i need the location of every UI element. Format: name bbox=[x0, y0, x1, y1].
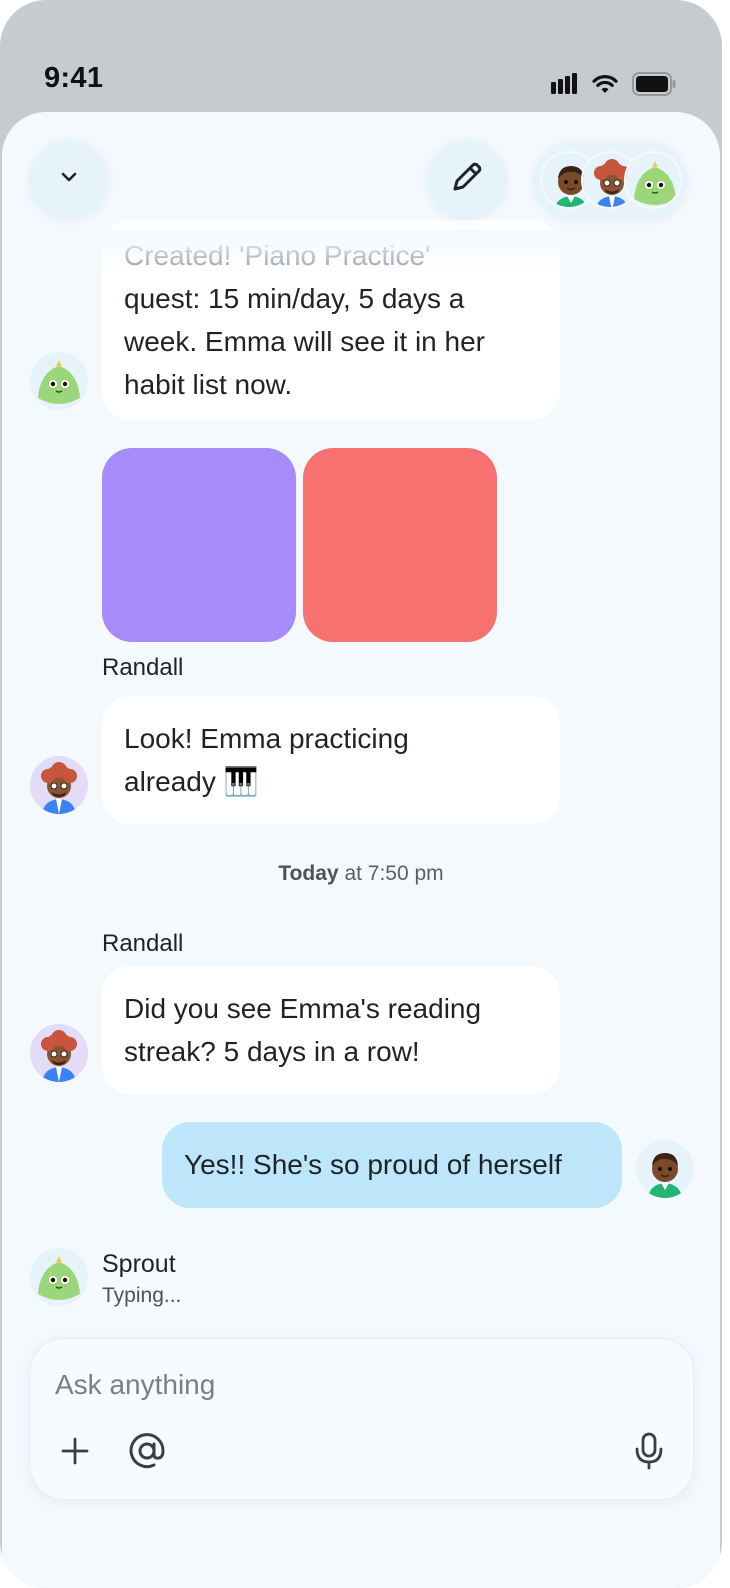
timestamp-divider: Today at 7:50 pm bbox=[2, 862, 720, 886]
mention-button[interactable] bbox=[125, 1431, 169, 1475]
message-text: Yes!! She's so proud of herself bbox=[184, 1149, 562, 1180]
photo-attachment[interactable] bbox=[303, 448, 497, 642]
message-composer bbox=[30, 1338, 694, 1500]
photo-attachment[interactable] bbox=[102, 448, 296, 642]
timestamp-time: at 7:50 pm bbox=[338, 862, 444, 885]
timestamp-day: Today bbox=[278, 862, 339, 885]
chat-sheet: Created! 'Piano Practice' quest: 15 min/… bbox=[2, 112, 720, 1588]
message-line: Look! Emma practicing bbox=[124, 723, 409, 754]
message-line: week. Emma will see it in her bbox=[124, 326, 486, 357]
add-attachment-button[interactable] bbox=[53, 1431, 97, 1475]
microphone-icon bbox=[633, 1432, 665, 1475]
plus-icon bbox=[60, 1436, 90, 1471]
message-line: already 🎹 bbox=[124, 766, 259, 797]
avatar-me bbox=[636, 1140, 694, 1198]
message-line: habit list now. bbox=[124, 369, 293, 400]
message-line: quest: 15 min/day, 5 days a bbox=[124, 283, 465, 314]
sender-name: Randall bbox=[102, 930, 184, 957]
status-icons bbox=[550, 72, 676, 101]
wifi-icon bbox=[592, 73, 618, 100]
phone-frame: 9:41 quest: 15 min/day, 5 days a week. E… bbox=[0, 0, 722, 1588]
typing-indicator: Typing... bbox=[102, 1284, 182, 1307]
voice-input-button[interactable] bbox=[627, 1431, 671, 1475]
avatar-sprout bbox=[30, 352, 88, 410]
at-mention-icon bbox=[127, 1431, 167, 1476]
message-line: Did you see Emma's reading bbox=[124, 993, 482, 1024]
avatar-randall bbox=[30, 756, 88, 814]
participant-avatar-sprout bbox=[624, 151, 682, 209]
typing-sender-name: Sprout bbox=[102, 1250, 176, 1278]
sender-name: Randall bbox=[102, 654, 184, 681]
edit-button[interactable] bbox=[428, 140, 506, 218]
message-bubble-randall: Did you see Emma's reading streak? 5 day… bbox=[102, 966, 560, 1094]
message-input[interactable] bbox=[55, 1365, 615, 1405]
collapse-button[interactable] bbox=[30, 140, 108, 218]
pencil-icon bbox=[448, 158, 486, 201]
battery-icon bbox=[632, 72, 676, 101]
avatar-randall bbox=[30, 1024, 88, 1082]
cellular-signal-icon bbox=[550, 73, 578, 100]
message-bubble-outgoing: Yes!! She's so proud of herself bbox=[162, 1122, 622, 1208]
message-bubble-randall: Look! Emma practicing already 🎹 bbox=[102, 696, 560, 824]
message-line: streak? 5 days in a row! bbox=[124, 1036, 420, 1067]
chat-header bbox=[2, 112, 720, 232]
chevron-down-icon bbox=[56, 164, 82, 195]
status-bar: 9:41 bbox=[0, 0, 722, 112]
participants-button[interactable] bbox=[534, 142, 686, 218]
avatar-sprout bbox=[30, 1248, 88, 1306]
scroll-fade bbox=[2, 230, 720, 270]
status-time: 9:41 bbox=[44, 62, 104, 94]
